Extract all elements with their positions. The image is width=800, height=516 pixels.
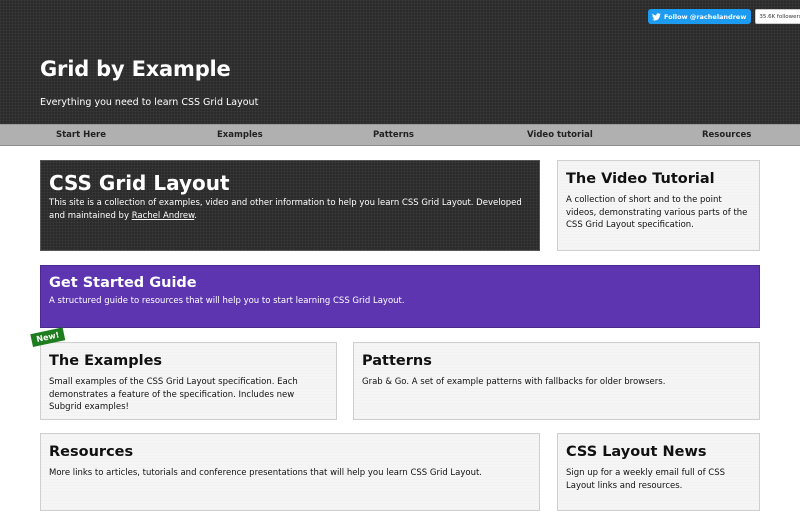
patterns-title: Patterns	[362, 353, 432, 369]
patterns-text: Grab & Go. A set of example patterns wit…	[362, 377, 666, 387]
video-tutorial-card[interactable]: The Video Tutorial A collection of short…	[557, 160, 760, 251]
get-started-guide-text: A structured guide to resources that wil…	[49, 296, 405, 306]
resources-card[interactable]: Resources More links to articles, tutori…	[40, 433, 540, 511]
twitter-follow-button[interactable]: Follow @rachelandrew	[648, 9, 752, 24]
css-layout-news-text: Sign up for a weekly email full of CSS L…	[566, 468, 726, 491]
site-title[interactable]: Grid by Example	[40, 57, 231, 81]
nav-item-video-tutorial[interactable]: Video tutorial	[527, 125, 593, 147]
examples-title: The Examples	[49, 353, 163, 369]
patterns-card[interactable]: Patterns Grab & Go. A set of example pat…	[353, 342, 760, 420]
intro-title: CSS Grid Layout	[49, 171, 230, 195]
main-nav: Start Here Examples Patterns Video tutor…	[0, 124, 800, 146]
intro-card: CSS Grid Layout This site is a collectio…	[40, 160, 540, 251]
intro-text-before: This site is a collection of examples, v…	[49, 198, 522, 221]
examples-card[interactable]: The Examples Small examples of the CSS G…	[40, 342, 337, 420]
twitter-follow-label: Follow @rachelandrew	[664, 12, 747, 21]
get-started-guide-title: Get Started Guide	[49, 275, 197, 291]
nav-item-examples[interactable]: Examples	[217, 125, 263, 147]
css-layout-news-card[interactable]: CSS Layout News Sign up for a weekly ema…	[557, 433, 760, 511]
resources-text: More links to articles, tutorials and co…	[49, 468, 483, 478]
intro-text: This site is a collection of examples, v…	[49, 197, 529, 222]
rachel-andrew-link[interactable]: Rachel Andrew	[132, 211, 195, 221]
intro-text-after: .	[194, 210, 197, 221]
video-tutorial-title: The Video Tutorial	[566, 171, 715, 187]
twitter-follower-count[interactable]: 35.6K followers	[755, 9, 800, 24]
nav-item-resources[interactable]: Resources	[702, 125, 751, 147]
nav-item-patterns[interactable]: Patterns	[373, 125, 414, 147]
video-tutorial-text: A collection of short and to the point v…	[566, 195, 748, 230]
site-tagline: Everything you need to learn CSS Grid La…	[40, 97, 259, 108]
get-started-guide-card[interactable]: Get Started Guide A structured guide to …	[40, 265, 760, 328]
nav-item-start-here[interactable]: Start Here	[56, 125, 106, 147]
resources-title: Resources	[49, 444, 134, 460]
twitter-follow-widget: Follow @rachelandrew 35.6K followers	[648, 9, 800, 24]
twitter-bird-icon	[652, 12, 661, 20]
css-layout-news-title: CSS Layout News	[566, 444, 707, 460]
examples-text: Small examples of the CSS Grid Layout sp…	[49, 377, 298, 412]
site-header: Grid by Example Everything you need to l…	[0, 0, 800, 124]
